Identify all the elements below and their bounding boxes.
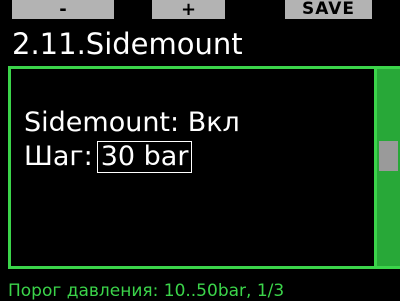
- minus-softkey-button[interactable]: -: [12, 0, 114, 19]
- step-label: Шаг:: [24, 141, 93, 172]
- save-softkey-button[interactable]: SAVE: [285, 0, 372, 19]
- page-title: 2.11.Sidemount: [12, 27, 243, 61]
- settings-panel: Sidemount: Вкл Шаг: 30 bar: [8, 66, 377, 269]
- plus-softkey-button[interactable]: +: [152, 0, 225, 19]
- sidemount-status: Sidemount: Вкл: [24, 107, 240, 138]
- scrollbar[interactable]: [377, 66, 400, 269]
- scrollbar-thumb[interactable]: [379, 141, 398, 171]
- pressure-threshold-hint: Порог давления: 10..50bar, 1/3: [8, 281, 285, 301]
- step-setting-row: Шаг: 30 bar: [24, 140, 193, 174]
- step-value-field[interactable]: 30 bar: [96, 141, 193, 173]
